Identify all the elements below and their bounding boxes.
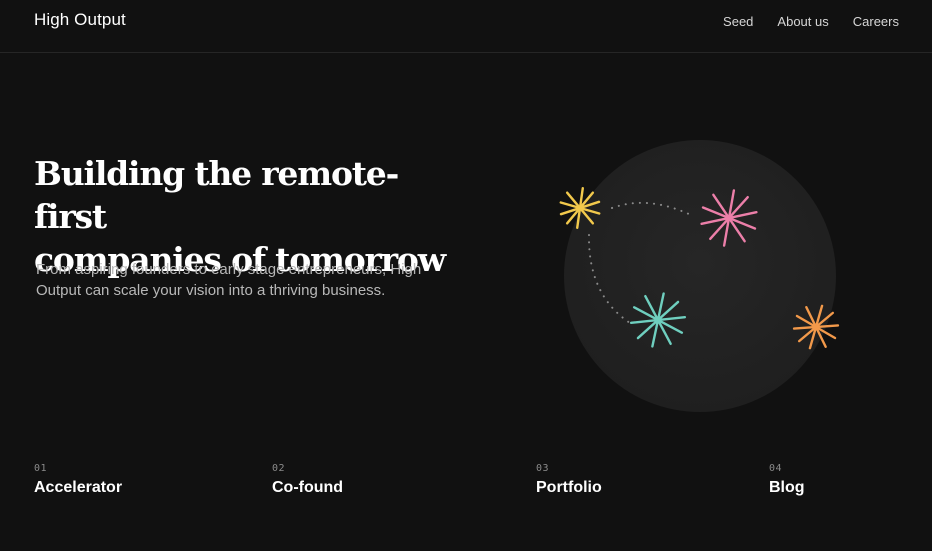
section-label: Co-found [272,479,344,496]
hero-heading-line-1: Building the remote-first [34,154,399,236]
section-links: 01 Accelerator 02 Co-found 03 Portfolio … [0,463,932,523]
section-link-portfolio[interactable]: 03 Portfolio [536,463,602,497]
section-label: Accelerator [34,479,123,496]
section-number: 02 [272,463,286,474]
brand-logo-link[interactable]: High Output [34,10,126,30]
nav-link-careers[interactable]: Careers [853,14,899,29]
hero-subtitle: From aspiring founders to early stage en… [36,261,422,299]
top-navigation-bar: High Output Seed About us Careers [0,0,932,53]
nav-link-about-us[interactable]: About us [777,14,828,29]
nav-link-seed[interactable]: Seed [723,14,753,29]
section-label: Blog [769,479,805,496]
main-nav: Seed About us Careers [723,14,899,29]
section-number: 04 [769,463,783,474]
section-link-blog[interactable]: 04 Blog [769,463,805,497]
section-label: Portfolio [536,479,602,496]
background-circle [564,140,836,412]
section-number: 01 [34,463,48,474]
section-number: 03 [536,463,550,474]
section-link-co-found[interactable]: 02 Co-found [272,463,343,497]
hero-illustration [559,140,840,412]
page: High Output Seed About us Careers Buildi… [0,0,932,551]
section-link-accelerator[interactable]: 01 Accelerator [34,463,122,497]
